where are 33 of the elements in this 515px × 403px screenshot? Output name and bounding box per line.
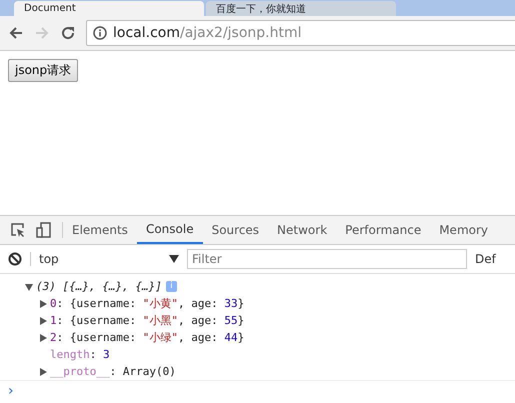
inspect-icon[interactable] [10, 222, 26, 238]
expand-triangle-icon[interactable] [38, 366, 48, 376]
console-line: 2: {username: "小绿", age: 44} [50, 330, 244, 345]
console-prompt[interactable]: › [0, 380, 515, 401]
devtools-tab[interactable]: Elements [63, 216, 137, 244]
expand-triangle-icon[interactable] [38, 332, 48, 342]
expand-triangle-icon[interactable] [38, 316, 48, 326]
clear-icon[interactable] [8, 252, 22, 266]
context-dropdown[interactable]: top [30, 252, 179, 266]
device-icon[interactable] [36, 222, 52, 238]
dropdown-arrow-icon [169, 255, 179, 263]
reload-icon[interactable] [60, 25, 76, 41]
levels-dropdown[interactable]: Def [475, 252, 496, 266]
console-line: (3) [{…}, {…}, {…}] [36, 280, 162, 293]
collapse-triangle-icon[interactable] [24, 282, 34, 292]
browser-tab[interactable]: 百度一下，你就知道 [206, 1, 396, 16]
console-line: length: 3 [50, 348, 110, 361]
back-icon[interactable] [8, 25, 24, 41]
info-icon[interactable] [93, 26, 107, 40]
devtools-tab[interactable]: Performance [336, 216, 430, 244]
filter-field[interactable]: Filter [187, 249, 467, 269]
jsonp-button[interactable]: jsonp请求 [8, 59, 78, 82]
devtools-tab[interactable]: Memory [430, 216, 498, 244]
devtools-tab[interactable]: Network [268, 216, 336, 244]
url-text: local.com/ajax2/jsonp.html [113, 25, 302, 41]
console-line: 1: {username: "小黑", age: 55} [50, 313, 244, 328]
devtools-tab[interactable]: Sources [202, 216, 268, 244]
console-line: __proto__: Array(0) [50, 365, 176, 378]
address-bar[interactable]: local.com/ajax2/jsonp.html [86, 20, 515, 46]
console-line: 0: {username: "小黄", age: 33} [50, 296, 244, 311]
browser-tab[interactable]: Document [14, 1, 204, 16]
devtools-tab[interactable]: Console [136, 216, 203, 244]
expand-triangle-icon[interactable] [38, 298, 48, 308]
